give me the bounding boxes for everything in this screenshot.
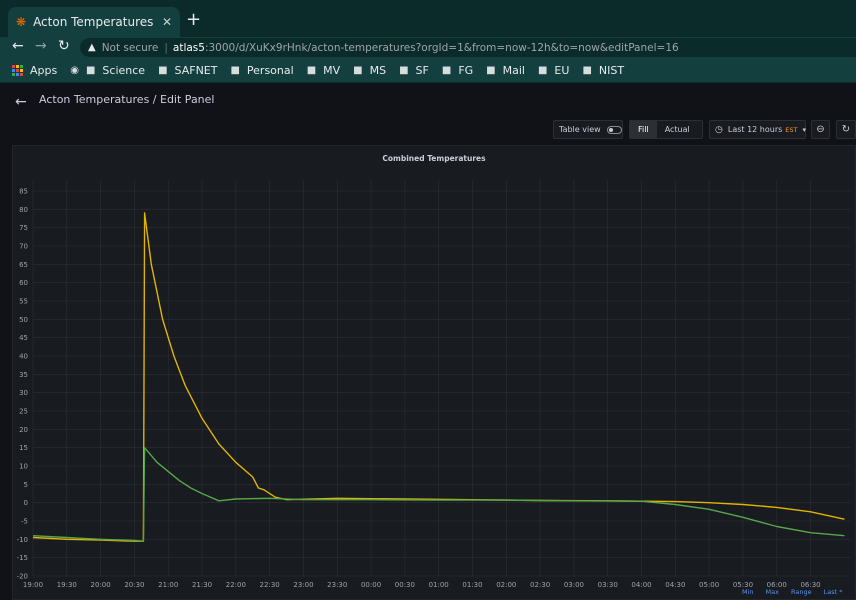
x-tick-label: 03:30 (598, 581, 618, 589)
x-tick-label: 20:30 (124, 581, 144, 589)
y-tick-label: 50 (19, 316, 28, 324)
y-tick-label: 15 (19, 444, 28, 452)
x-tick-label: 22:00 (226, 581, 246, 589)
y-tick-label: 30 (19, 389, 28, 397)
x-tick-label: 23:00 (293, 581, 313, 589)
y-tick-label: 75 (19, 224, 28, 232)
y-tick-label: 85 (19, 188, 28, 196)
y-tick-label: -5 (21, 518, 28, 526)
legend-header: Min Max Range Last * (742, 588, 842, 596)
x-tick-label: 00:00 (361, 581, 381, 589)
x-tick-label: 02:00 (496, 581, 516, 589)
y-tick-label: 10 (19, 463, 28, 471)
x-tick-label: 20:00 (91, 581, 111, 589)
x-tick-label: 21:00 (158, 581, 178, 589)
y-tick-label: 35 (19, 371, 28, 379)
temperature-chart[interactable]: -20 -15 -10 -5 0 5 10 15 20 25 30 35 40 45 50 55 60 65 70 7… (0, 0, 856, 600)
legend-min[interactable]: Min (742, 588, 754, 596)
y-tick-label: 65 (19, 261, 28, 269)
legend-last[interactable]: Last * (824, 588, 843, 596)
x-tick-label: 03:00 (564, 581, 584, 589)
y-tick-label: 0 (24, 499, 28, 507)
y-tick-label: -15 (17, 554, 28, 562)
x-tick-label: 00:30 (395, 581, 415, 589)
y-tick-label: 80 (19, 206, 28, 214)
legend-range[interactable]: Range (791, 588, 812, 596)
x-tick-label: 19:00 (23, 581, 43, 589)
x-tick-label: 05:00 (699, 581, 719, 589)
x-tick-label: 04:00 (631, 581, 651, 589)
x-tick-label: 23:30 (327, 581, 347, 589)
y-tick-label: 45 (19, 334, 28, 342)
y-tick-label: 55 (19, 298, 28, 306)
x-tick-label: 01:30 (462, 581, 482, 589)
x-tick-label: 21:30 (192, 581, 212, 589)
x-tick-label: 22:30 (260, 581, 280, 589)
y-tick-label: 70 (19, 243, 28, 251)
x-tick-label: 01:00 (429, 581, 449, 589)
x-tick-label: 02:30 (530, 581, 550, 589)
y-tick-label: 40 (19, 353, 28, 361)
y-tick-label: 60 (19, 279, 28, 287)
legend-max[interactable]: Max (766, 588, 779, 596)
x-tick-label: 04:30 (665, 581, 685, 589)
x-tick-label: 19:30 (57, 581, 77, 589)
y-tick-label: -10 (17, 536, 28, 544)
y-tick-label: -20 (17, 573, 28, 581)
y-tick-label: 5 (24, 481, 28, 489)
y-tick-label: 20 (19, 426, 28, 434)
y-tick-label: 25 (19, 408, 28, 416)
